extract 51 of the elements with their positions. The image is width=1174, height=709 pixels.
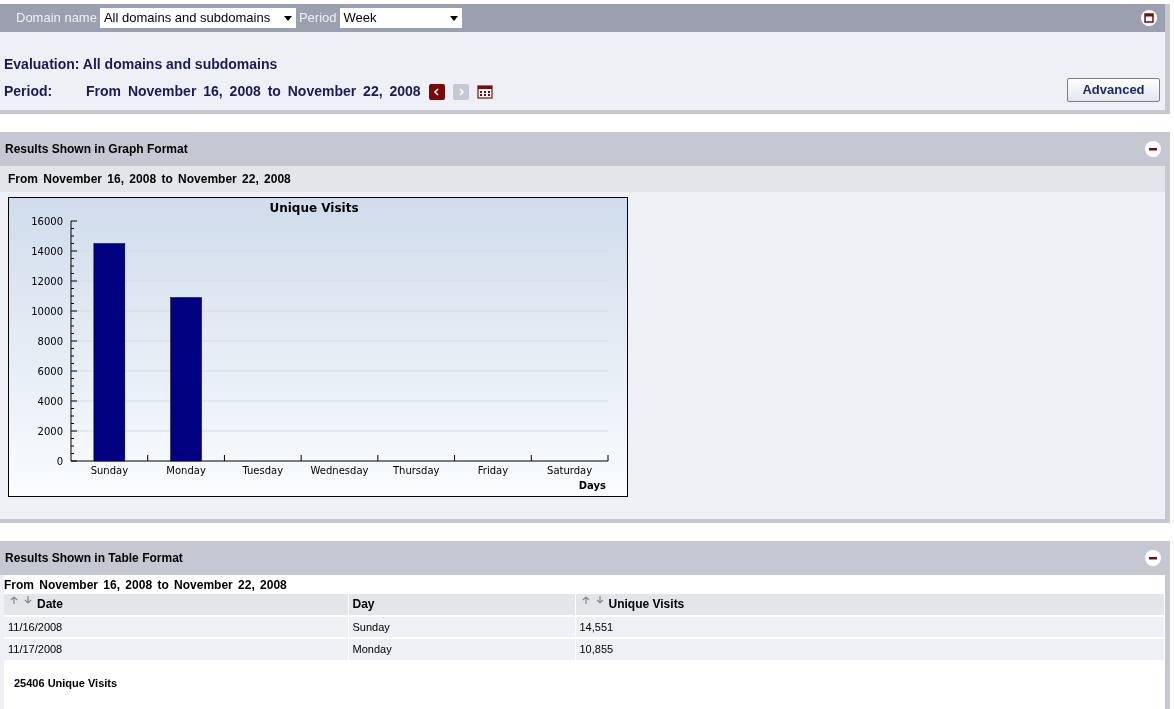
caret-icon xyxy=(449,15,458,21)
table-cell: 10,855 xyxy=(575,638,1165,660)
chart-title: Unique Visits xyxy=(269,201,359,215)
period-label: Period: xyxy=(4,82,54,101)
filter-label: Period xyxy=(298,9,337,28)
x-tick-label: Monday xyxy=(166,465,206,476)
advanced-button[interactable]: Advanced xyxy=(1067,78,1160,102)
calendar-icon[interactable] xyxy=(476,83,493,100)
x-tick-label: Sunday xyxy=(90,465,129,476)
x-axis-label: Days xyxy=(578,480,606,491)
sort-arrows[interactable] xyxy=(8,595,34,605)
y-tick-label: 4000 xyxy=(37,396,63,407)
caret-icon xyxy=(283,15,292,21)
column-header: Unique Visits xyxy=(608,597,685,611)
chevron-left-icon xyxy=(432,87,441,96)
y-tick-label: 8000 xyxy=(37,336,63,347)
table-cell: Sunday xyxy=(348,616,575,638)
chevron-right-icon xyxy=(456,87,465,96)
x-tick-label: Thursday xyxy=(392,465,440,476)
dropdown[interactable]: All domains and subdomains xyxy=(99,8,296,28)
x-tick-label: Tuesday xyxy=(242,465,284,476)
date-range: From November 16, 2008 to November 22, 2008 xyxy=(4,577,288,594)
table-cell: 11/16/2008 xyxy=(4,616,348,638)
y-tick-label: 6000 xyxy=(37,366,63,377)
x-tick-label: Wednesday xyxy=(310,465,369,476)
x-tick-label: Saturday xyxy=(547,465,593,476)
page-prev-button[interactable] xyxy=(428,83,445,100)
y-tick-label: 16000 xyxy=(31,216,63,227)
collapse-button[interactable] xyxy=(1145,141,1161,157)
panel-title: Results Shown in Graph Format xyxy=(5,141,188,158)
table-cell: 11/17/2008 xyxy=(4,638,348,660)
date-range: From November 16, 2008 to November 22, 2008 xyxy=(0,166,1165,192)
y-tick-label: 2000 xyxy=(37,426,63,437)
collapse-button[interactable] xyxy=(1141,10,1157,26)
y-tick-label: 0 xyxy=(56,456,63,467)
dropdown[interactable]: Week xyxy=(339,8,462,28)
evaluation-text: Evaluation: All domains and subdomains xyxy=(4,55,279,74)
panel-title: Results Shown in Table Format xyxy=(5,550,183,567)
filter-label: Domain name xyxy=(16,9,97,28)
table-cell: Monday xyxy=(348,638,575,660)
y-tick-label: 10000 xyxy=(31,306,63,317)
total-text: 25406 Unique Visits xyxy=(13,676,119,691)
period-range: From November 16, 2008 to November 22, 2008 xyxy=(86,82,421,101)
table-cell: 14,551 xyxy=(575,616,1165,638)
column-header: Date xyxy=(37,597,63,611)
x-tick-label: Friday xyxy=(477,465,509,476)
y-tick-label: 12000 xyxy=(31,276,63,287)
window-icon xyxy=(1144,13,1154,23)
y-tick-label: 14000 xyxy=(31,246,63,257)
column-header: Day xyxy=(352,597,375,611)
collapse-button[interactable] xyxy=(1145,550,1161,566)
